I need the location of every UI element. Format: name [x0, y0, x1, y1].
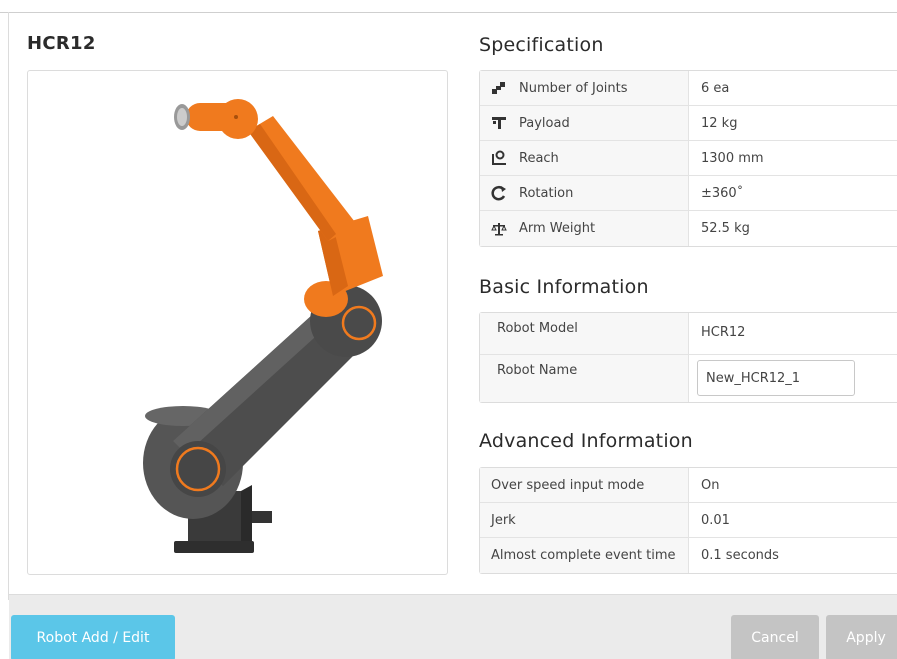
- adv-label: Jerk: [480, 503, 689, 537]
- spec-label: Number of Joints: [519, 80, 628, 96]
- spec-row-reach: Reach 1300 mm: [480, 141, 897, 176]
- specification-table: Number of Joints 6 ea Payload 12 kg Reac…: [479, 70, 897, 247]
- joints-icon: [490, 80, 508, 96]
- scale-icon: [490, 221, 508, 237]
- adv-value: 0.01: [701, 512, 730, 528]
- spec-label: Rotation: [519, 185, 574, 201]
- spec-label: Arm Weight: [519, 221, 596, 236]
- spec-row-payload: Payload 12 kg: [480, 106, 897, 141]
- advanced-information-table: Over speed input mode On Jerk 0.01 Almos…: [479, 467, 897, 574]
- spec-value: ±360˚: [701, 185, 744, 201]
- adv-row-jerk: Jerk 0.01: [480, 503, 897, 538]
- adv-label: Almost complete event time: [480, 538, 689, 573]
- robot-model-value: HCR12: [701, 325, 746, 340]
- adv-label: Over speed input mode: [480, 468, 689, 502]
- robot-model-row: Robot Model HCR12: [480, 313, 897, 355]
- robot-arm-image: [143, 99, 383, 553]
- adv-row-over-speed: Over speed input mode On: [480, 468, 897, 503]
- robot-name-input[interactable]: [697, 360, 855, 396]
- spec-row-rotation: Rotation ±360˚: [480, 176, 897, 211]
- spec-row-arm-weight: Arm Weight 52.5 kg: [480, 211, 897, 246]
- cancel-button[interactable]: Cancel: [731, 615, 819, 659]
- robot-image-panel: [27, 70, 448, 575]
- robot-model-label: Robot Model: [480, 313, 689, 354]
- spec-value: 12 kg: [701, 115, 738, 131]
- robot-name-row: Robot Name: [480, 355, 897, 402]
- basic-information-title: Basic Information: [479, 276, 649, 298]
- robot-add-edit-button[interactable]: Robot Add / Edit: [11, 615, 175, 659]
- adv-value: On: [701, 477, 720, 493]
- robot-title: HCR12: [27, 33, 96, 54]
- advanced-information-title: Advanced Information: [479, 430, 693, 452]
- adv-value: 0.1 seconds: [701, 548, 779, 563]
- payload-icon: [490, 115, 508, 131]
- apply-button[interactable]: Apply: [826, 615, 897, 659]
- left-divider: [8, 12, 9, 600]
- adv-row-event-time: Almost complete event time 0.1 seconds: [480, 538, 897, 573]
- spec-value: 6 ea: [701, 80, 730, 96]
- spec-row-joints: Number of Joints 6 ea: [480, 71, 897, 106]
- spec-label: Payload: [519, 115, 570, 131]
- reach-icon: [490, 150, 508, 166]
- spec-value: 1300 mm: [701, 150, 764, 166]
- specification-title: Specification: [479, 34, 604, 56]
- basic-information-table: Robot Model HCR12 Robot Name: [479, 312, 897, 403]
- rotation-icon: [490, 185, 508, 201]
- top-divider: [0, 12, 897, 13]
- spec-label: Reach: [519, 150, 559, 166]
- robot-name-label: Robot Name: [480, 355, 689, 402]
- spec-value: 52.5 kg: [701, 221, 750, 236]
